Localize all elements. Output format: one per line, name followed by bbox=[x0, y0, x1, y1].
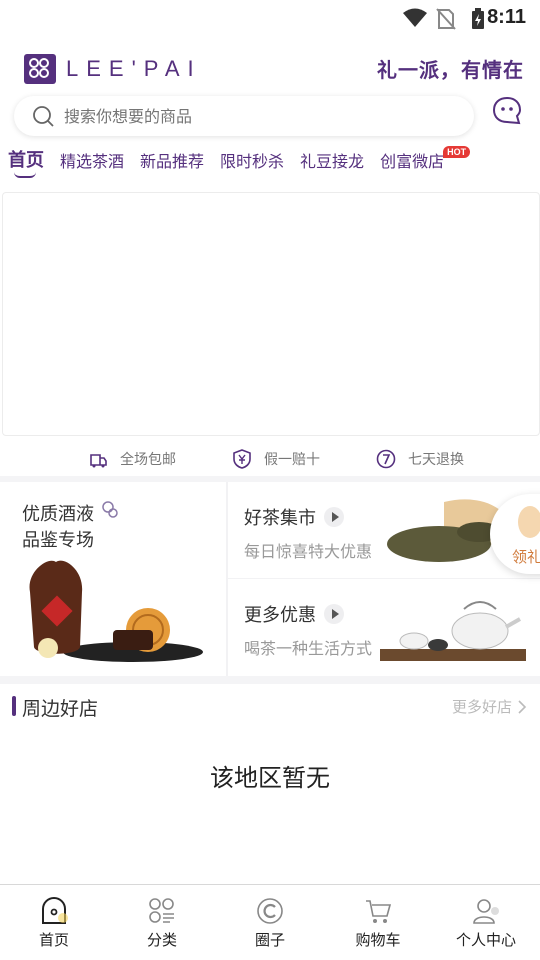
tab-gift-beans[interactable]: 礼豆接龙 bbox=[300, 148, 364, 172]
chevron-right-icon bbox=[518, 699, 527, 714]
active-tab-indicator bbox=[14, 172, 36, 178]
tab-flash-sale[interactable]: 限时秒杀 bbox=[220, 148, 284, 172]
free-shipping-icon bbox=[90, 454, 107, 468]
shield-yen-icon bbox=[233, 449, 251, 469]
brand-logo: LEE'PAI bbox=[24, 52, 202, 86]
nav-label: 首页 bbox=[38, 931, 69, 949]
nav-label: 圈子 bbox=[254, 931, 285, 949]
gift-label: 领礼 bbox=[512, 548, 540, 566]
play-arrow-icon bbox=[324, 507, 344, 527]
search-bar[interactable] bbox=[14, 96, 474, 136]
wine-mooncake-image bbox=[29, 560, 203, 662]
nav-profile[interactable]: 个人中心 bbox=[432, 885, 540, 960]
status-time: 8:11 bbox=[487, 6, 526, 28]
logo-text: LEE'PAI bbox=[66, 56, 202, 81]
profile-icon bbox=[473, 899, 499, 924]
circle-icon bbox=[257, 898, 283, 924]
search-input[interactable] bbox=[64, 106, 444, 126]
nav-category[interactable]: 分类 bbox=[108, 885, 216, 960]
category-icon bbox=[149, 898, 174, 923]
tab-label: 首页 bbox=[8, 150, 44, 171]
nearby-stores-header: 周边好店 更多好店 bbox=[0, 690, 540, 726]
tab-label: 创富微店 bbox=[380, 152, 445, 171]
more-stores-link[interactable]: 更多好店 bbox=[452, 696, 528, 717]
banner-carousel[interactable] bbox=[2, 192, 540, 436]
wifi-icon bbox=[403, 8, 427, 27]
nav-label: 购物车 bbox=[355, 931, 401, 949]
promo-title: 更多优惠 bbox=[244, 601, 344, 627]
guarantee-free-shipping: 全场包邮 bbox=[88, 449, 176, 469]
tab-home[interactable]: 首页 bbox=[8, 146, 44, 178]
tab-label: 限时秒杀 bbox=[220, 152, 285, 171]
section-divider bbox=[0, 676, 540, 684]
seven-day-return-icon bbox=[376, 449, 396, 469]
promo-subtitle: 每日惊喜特大优惠 bbox=[244, 542, 373, 561]
hot-badge: HOT bbox=[443, 146, 471, 158]
promo-more-deals[interactable]: 更多优惠 喝茶一种生活方式 bbox=[228, 579, 540, 675]
nav-home[interactable]: 首页 bbox=[0, 885, 108, 960]
battery-charging-icon bbox=[472, 8, 484, 29]
promo-title: 好茶集市 bbox=[244, 504, 344, 530]
tab-label: 精选茶酒 bbox=[60, 152, 125, 171]
bottom-navigation: 首页 分类 圈子 购物车 个人中心 bbox=[0, 884, 540, 960]
nav-label: 分类 bbox=[146, 931, 177, 949]
tab-micro-store[interactable]: 创富微店 HOT bbox=[380, 146, 471, 172]
promo-title-line2: 品鉴专场 bbox=[22, 530, 94, 551]
promo-subtitle: 喝茶一种生活方式 bbox=[244, 639, 373, 658]
nav-circle[interactable]: 圈子 bbox=[216, 885, 324, 960]
tab-label: 新品推荐 bbox=[140, 152, 205, 171]
empty-state-text: 该地区暂无 bbox=[210, 764, 330, 792]
tab-tea-wine[interactable]: 精选茶酒 bbox=[60, 148, 124, 172]
slogan: 礼一派，有情在 bbox=[377, 58, 524, 82]
promo-title-text: 更多优惠 bbox=[244, 605, 316, 626]
nav-cart[interactable]: 购物车 bbox=[324, 885, 432, 960]
guarantee-label: 假一赔十 bbox=[264, 452, 320, 468]
guarantee-authentic: 假一赔十 bbox=[232, 449, 320, 469]
promo-wine-tasting[interactable]: 优质酒液 品鉴专场 bbox=[0, 482, 226, 676]
more-stores-label: 更多好店 bbox=[451, 698, 512, 716]
gift-icon bbox=[518, 506, 540, 538]
home-icon bbox=[42, 897, 68, 924]
tab-label: 礼豆接龙 bbox=[300, 152, 365, 171]
promo-title-text: 好茶集市 bbox=[244, 508, 316, 529]
search-icon bbox=[33, 106, 54, 127]
status-bar: 8:11 bbox=[0, 0, 540, 38]
guarantee-label: 全场包邮 bbox=[120, 452, 176, 468]
guarantee-return: 七天退换 bbox=[376, 449, 464, 469]
section-title: 周边好店 bbox=[22, 698, 99, 720]
section-accent-bar bbox=[12, 696, 16, 716]
logo-flower-icon bbox=[24, 54, 56, 84]
tab-new-products[interactable]: 新品推荐 bbox=[140, 148, 204, 172]
promo-title-line1: 优质酒液 bbox=[22, 504, 94, 525]
category-tabs: 首页 精选茶酒 新品推荐 限时秒杀 礼豆接龙 创富微店 HOT bbox=[0, 146, 540, 188]
guarantee-strip: 全场包邮 假一赔十 七天退换 bbox=[0, 444, 540, 474]
teapot-image bbox=[380, 601, 526, 661]
play-arrow-icon bbox=[324, 604, 344, 624]
message-icon[interactable] bbox=[492, 96, 522, 126]
wine-glass-icon bbox=[102, 501, 118, 518]
cart-icon bbox=[366, 900, 392, 923]
guarantee-label: 七天退换 bbox=[408, 452, 464, 468]
nav-label: 个人中心 bbox=[455, 931, 516, 949]
no-sim-icon bbox=[436, 8, 456, 30]
